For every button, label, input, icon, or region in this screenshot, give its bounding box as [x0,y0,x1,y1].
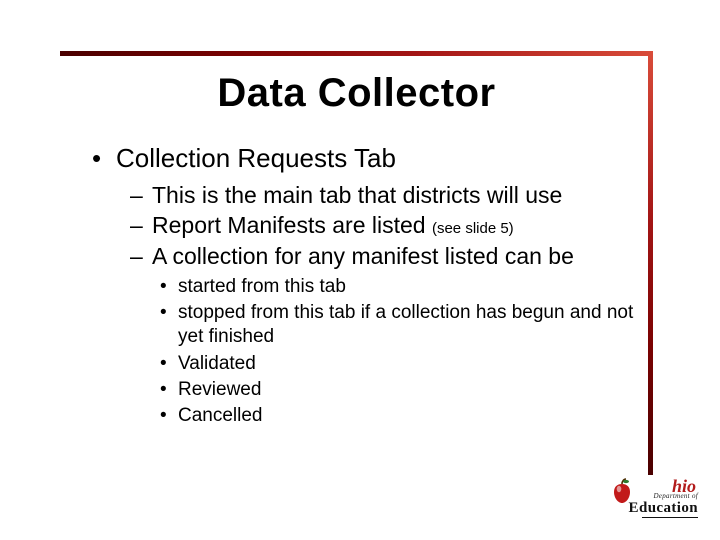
bullet-text: stopped from this tab if a collection ha… [178,301,637,350]
list-item: Collection Requests Tab [92,142,637,175]
list-item: Reviewed [160,378,637,402]
frame-rule-right [648,51,653,475]
list-item: stopped from this tab if a collection ha… [160,301,637,350]
slide-title: Data Collector [60,72,653,114]
bullet-text: started from this tab [178,275,346,299]
logo-underline [642,517,698,518]
bullet-text: Collection Requests Tab [116,142,396,175]
ohio-doe-logo: hio Department of Education [598,472,698,526]
bullet-list-level-2: This is the main tab that districts will… [130,181,637,271]
list-item: This is the main tab that districts will… [130,181,637,210]
bullet-text: Reviewed [178,378,261,402]
frame-rule-top [60,51,653,56]
bullet-text: This is the main tab that districts will… [152,181,562,210]
list-item: Cancelled [160,404,637,428]
logo-department-text: Department of [653,492,698,500]
list-item: started from this tab [160,275,637,299]
bullet-text: A collection for any manifest listed can… [152,242,574,271]
bullet-text: Report Manifests are listed (see slide 5… [152,211,514,240]
bullet-list-level-3: started from this tab stopped from this … [160,275,637,429]
list-item: Validated [160,352,637,376]
slide-body: Collection Requests Tab This is the main… [92,142,637,431]
bullet-text: Validated [178,352,256,376]
list-item: Report Manifests are listed (see slide 5… [130,211,637,240]
slide: Data Collector Collection Requests Tab T… [0,0,720,540]
bullet-list-level-1: Collection Requests Tab [92,142,637,175]
logo-education-text: Education [629,500,698,517]
bullet-text: Cancelled [178,404,263,428]
slide-reference-note: (see slide 5) [432,220,514,237]
list-item: A collection for any manifest listed can… [130,242,637,271]
